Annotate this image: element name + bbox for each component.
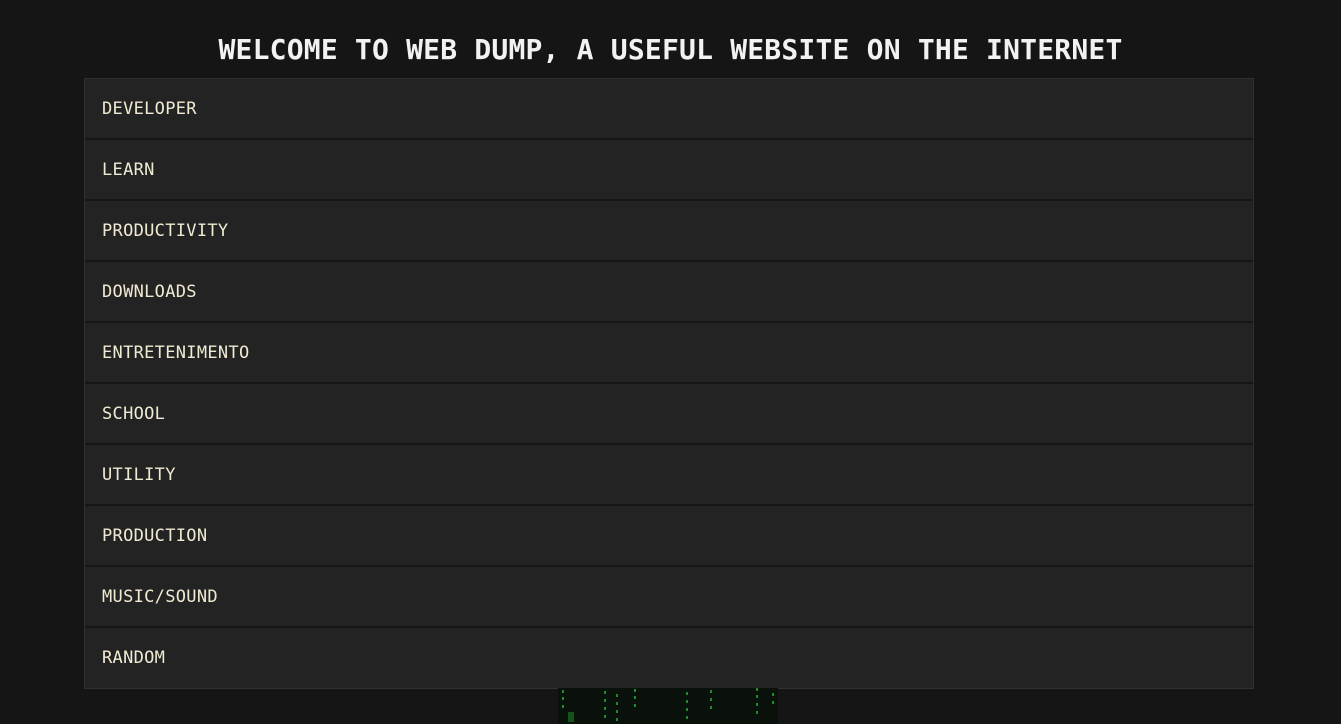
matrix-rain-image [558,688,778,724]
category-item-developer[interactable]: DEVELOPER [85,79,1253,140]
category-label: ENTRETENIMENTO [102,342,250,363]
category-label: PRODUCTIVITY [102,220,229,241]
category-list: DEVELOPER LEARN PRODUCTIVITY DOWNLOADS E… [84,78,1254,689]
category-label: PRODUCTION [102,525,208,546]
category-item-utility[interactable]: UTILITY [85,445,1253,506]
category-label: DEVELOPER [102,98,197,119]
category-label: SCHOOL [102,403,166,424]
matrix-rain-graphic [558,688,778,724]
category-label: MUSIC/SOUND [102,586,218,607]
category-item-school[interactable]: SCHOOL [85,384,1253,445]
category-item-productivity[interactable]: PRODUCTIVITY [85,201,1253,262]
category-label: DOWNLOADS [102,281,197,302]
category-label: RANDOM [102,648,166,668]
category-label: LEARN [102,159,155,180]
category-item-learn[interactable]: LEARN [85,140,1253,201]
category-item-downloads[interactable]: DOWNLOADS [85,262,1253,323]
category-label: UTILITY [102,464,176,485]
category-item-random[interactable]: RANDOM [85,628,1253,688]
category-item-entretenimento[interactable]: ENTRETENIMENTO [85,323,1253,384]
category-item-music-sound[interactable]: MUSIC/SOUND [85,567,1253,628]
page-title: WELCOME TO WEB DUMP, A USEFUL WEBSITE ON… [218,33,1123,66]
category-item-production[interactable]: PRODUCTION [85,506,1253,567]
